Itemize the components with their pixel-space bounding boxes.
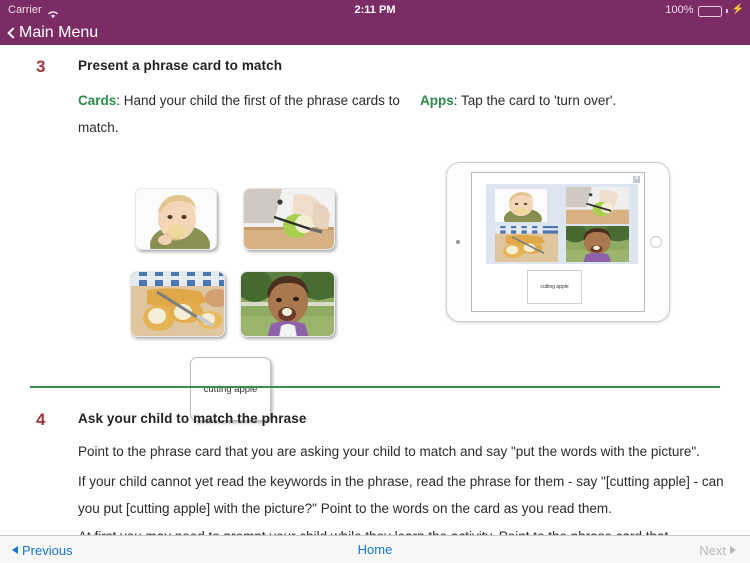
apps-label: Apps: [420, 93, 454, 108]
step-4-paragraph-3-text: At first you may need to prompt your chi…: [78, 525, 728, 535]
battery-icon: [697, 5, 722, 17]
step-4-paragraph-2: If your child cannot yet read the keywor…: [78, 474, 724, 516]
baby-eating-bread-image: [136, 189, 216, 249]
status-bar: Carrier 2:11 PM 100% ⚡: [0, 0, 750, 20]
step-4-paragraph-1: Point to the phrase card that you are as…: [78, 444, 700, 459]
step-3-number: 3: [36, 57, 46, 76]
photo-card-hands-cutting-apple[interactable]: [243, 188, 335, 250]
next-button-label: Next: [699, 542, 726, 558]
ipad-tile-cut-bread-loaf[interactable]: [495, 226, 558, 262]
app-screen: Carrier 2:11 PM 100% ⚡ Main Menu 3 Prese…: [0, 0, 750, 563]
step-3-cards-instruction: Cards: Hand your child the first of the …: [78, 87, 418, 141]
triangle-right-icon: [730, 546, 736, 554]
step-3-apps-instruction: Apps: Tap the card to 'turn over'.: [420, 87, 740, 114]
ipad-camera-icon: [456, 240, 460, 244]
home-button-label: Home: [357, 542, 393, 557]
status-bar-time: 2:11 PM: [354, 4, 396, 16]
child-eating-apple-image: [241, 272, 334, 336]
home-button[interactable]: Home: [0, 536, 750, 563]
cards-text: : Hand your child the first of the phras…: [78, 93, 400, 135]
bottom-toolbar: Previous Home Next: [0, 535, 750, 563]
navigation-bar: Main Menu: [0, 20, 750, 45]
close-icon[interactable]: ✕: [633, 176, 640, 183]
next-button: Next: [699, 536, 736, 563]
step-4-title: Ask your child to match the phrase: [78, 411, 307, 426]
ipad-phrase-card-label: cutting apple: [540, 284, 569, 290]
step-3-title: Present a phrase card to match: [78, 58, 283, 73]
ipad-screen[interactable]: ✕ cutting apple: [471, 172, 645, 312]
photo-card-child-eating-apple[interactable]: [240, 271, 335, 337]
step-4-paragraph-3-clipped: At first you may need to prompt your chi…: [78, 525, 728, 535]
ipad-photo-tray: [486, 184, 638, 264]
step-3: 3 Present a phrase card to match Cards: …: [0, 45, 750, 421]
back-button-label: Main Menu: [19, 23, 99, 41]
status-bar-right: 100% ⚡: [665, 0, 744, 20]
ipad-tile-baby-eating-bread[interactable]: [495, 189, 547, 222]
ipad-phrase-card[interactable]: cutting apple: [527, 270, 582, 304]
ipad-illustration: ✕ cutting apple: [446, 162, 670, 322]
cut-bread-loaf-image: [131, 272, 224, 336]
content-area[interactable]: 3 Present a phrase card to match Cards: …: [0, 45, 750, 535]
section-divider: [30, 386, 720, 388]
ipad-tile-child-eating-apple[interactable]: [566, 226, 629, 262]
battery-cap-icon: [725, 9, 728, 13]
charging-bolt-icon: ⚡: [731, 4, 744, 15]
apps-text: : Tap the card to 'turn over'.: [453, 93, 617, 108]
chevron-left-icon: [7, 26, 19, 39]
ipad-tile-hands-cutting-apple[interactable]: [566, 187, 629, 224]
battery-percent-label: 100%: [665, 4, 694, 16]
hands-cutting-apple-image: [244, 189, 334, 249]
back-to-main-menu-button[interactable]: Main Menu: [7, 20, 98, 45]
cards-label: Cards: [78, 93, 117, 108]
photo-card-cut-bread-loaf[interactable]: [130, 271, 225, 337]
step-4-number: 4: [36, 410, 46, 429]
photo-card-baby-eating-bread[interactable]: [135, 188, 217, 250]
ipad-home-button-icon: [650, 236, 662, 248]
